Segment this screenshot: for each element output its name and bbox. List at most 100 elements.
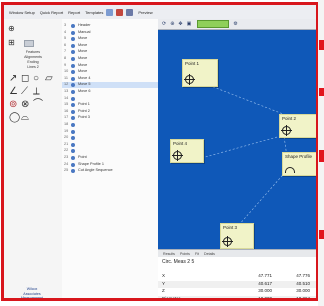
feature-icon [71,24,75,28]
tree-row-number: 20 [64,135,69,140]
tree-row[interactable]: 11 Move 4 [62,76,158,82]
tree-row[interactable]: 8 Move [62,56,158,62]
tree-row[interactable]: 22 [62,148,158,154]
result-nominal: 40.617 [258,280,272,286]
result-nominal: 10.000 [258,295,272,301]
toolbar-icon[interactable] [106,8,114,16]
tree-row[interactable]: 12 Move 5 [62,82,158,89]
tree-row-number: 24 [64,161,69,166]
line-tool-icon[interactable]: ↗ [9,74,17,84]
alignment-tool-icon[interactable]: ⊞ [8,38,15,48]
tree-row[interactable]: 13 Move 6 [62,89,158,95]
logo-line: Measurement [21,296,43,300]
tree-row[interactable]: 17 Point 3 [62,115,158,121]
tree-row[interactable]: 16 Point 2 [62,109,158,115]
tree-row-number: 22 [64,148,69,153]
tree-row-label: Move [78,36,88,41]
menu-report[interactable]: Report [68,10,80,15]
arc-icon [285,167,295,173]
tree-row-number: 11 [64,75,68,80]
feature-icon [71,96,75,101]
tree-row[interactable]: 23 Point [62,155,158,161]
tab-results[interactable]: Results [163,252,175,256]
feature-icon [71,70,75,75]
feature-icon [71,90,75,94]
segment-tool-icon[interactable]: ⌓ [21,113,29,123]
cross-tool-icon[interactable]: ⊗ [21,100,29,110]
feature-icon [71,142,75,147]
menu-templates[interactable]: Templates [85,10,103,15]
results-title: Circ. Meas 2 5 [162,259,195,265]
point-3-label[interactable]: Point 3 [220,223,254,249]
tree-row[interactable]: 3 Header [62,23,158,29]
tree-row-label: Shape Profile 1 [78,161,104,166]
slot-tool-icon[interactable]: ▱ [45,74,53,84]
menu-preview[interactable]: Preview [138,10,152,15]
tab-points[interactable]: Points [180,252,190,256]
tree-row[interactable]: 20 [62,135,158,141]
panel-button[interactable] [24,40,34,47]
tree-row-number: 13 [64,89,69,93]
result-measured: 30.000 [296,288,310,293]
tree-row[interactable]: 15 Point 1 [62,102,158,108]
tree-row-number: 18 [64,122,69,126]
tree-row[interactable]: 24 Shape Profile 1 [62,162,158,168]
point-label-text: Point 4 [173,141,188,146]
result-measured: 10.264 [296,295,310,301]
parallel-tool-icon[interactable]: ⟋ [21,87,28,97]
circle-tool-icon[interactable]: ○ [33,74,39,84]
shape-profile-label[interactable]: Shape Profile [282,152,316,176]
tree-row-label: Point 2 [78,108,90,113]
plane-tool-icon[interactable]: ◻ [21,74,29,84]
ending-label: Ending [27,60,39,64]
menu-window-setup[interactable]: Window Setup [9,10,35,15]
point-label-text: Point 2 [282,116,297,121]
tree-row[interactable]: 21 [62,142,158,148]
point-2-label[interactable]: Point 2 [279,114,316,138]
tree-row-label: Point 3 [78,115,90,120]
tree-row-label: Point [78,155,87,159]
right-edge [318,0,324,306]
tab-details[interactable]: Details [204,252,215,256]
target-icon [172,150,183,161]
feature-icon [71,103,75,108]
sphere-tool-icon[interactable]: ◯ [9,113,20,123]
tree-row-label: Move [78,49,88,54]
tree-row[interactable]: 14 [62,96,158,102]
measure-tool-icon[interactable]: ⊕ [8,24,15,34]
arc-tool-icon[interactable]: ⌒ [33,100,43,110]
tree-row-label: Move [78,62,88,67]
results-row: X 47.771 47.776 [158,273,316,280]
point-4-label[interactable]: Point 4 [170,139,204,163]
menu-quick-report[interactable]: Quick Report [40,10,63,15]
tree-row[interactable]: 19 [62,129,158,135]
tree-row[interactable]: 6 Move [62,43,158,49]
features-label: Features [25,50,41,54]
tree-row[interactable]: 18 [62,122,158,128]
tree-row-label: Manual [78,29,91,34]
tree-row[interactable]: 4 Manual [62,30,158,36]
point-tool-icon[interactable]: ⊚ [9,100,17,110]
tree-row-number: 5 [64,36,67,41]
tree-row[interactable]: 10 Move [62,69,158,75]
tree-row-number: 19 [64,128,69,133]
point-1-label[interactable]: Point 1 [182,59,218,87]
result-measured: 47.776 [296,273,310,278]
angle-tool-icon[interactable]: ∠ [9,87,18,97]
graphics-view[interactable]: ⟳ ⊕ ✥ ▣ ⚙ Point 1 Point 4 Point 3 Point … [158,19,316,249]
tree-row-label: Point 1 [78,102,90,107]
tree-row[interactable]: 25 Cut Angle Sequence [62,168,158,174]
feature-icon [71,50,75,55]
feature-icon [71,83,75,88]
toolbar-icon[interactable] [126,8,134,16]
tab-fit[interactable]: Fit [195,252,199,256]
tree-row[interactable]: 7 Move [62,49,158,55]
toolbar-stop-icon[interactable] [116,8,124,16]
tree-row[interactable]: 9 Move [62,63,158,69]
menubar: Window Setup Quick Report Report Templat… [4,5,316,20]
results-panel: Results Points Fit Details Circ. Meas 2 … [158,249,316,301]
perpendicular-tool-icon[interactable]: ⟂ [33,87,40,97]
point-label-text: Point 3 [223,225,238,230]
tree-row[interactable]: 5 Move [62,36,158,42]
feature-icon [71,63,75,68]
